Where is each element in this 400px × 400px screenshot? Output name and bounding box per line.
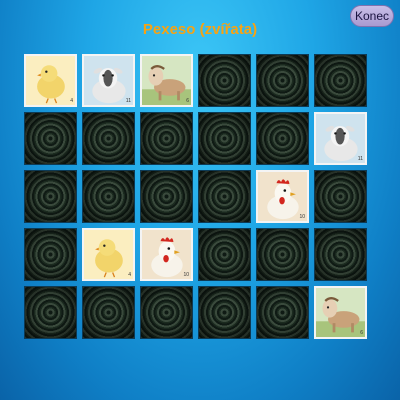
game-title: Pexeso (zvířata) (142, 21, 258, 38)
card-face-down[interactable] (198, 170, 251, 223)
card-face-down[interactable] (24, 286, 77, 339)
card-face-down[interactable] (24, 170, 77, 223)
card-face-down[interactable] (198, 228, 251, 281)
card-face-down[interactable] (140, 170, 193, 223)
card-face-down[interactable] (140, 286, 193, 339)
card-number: 10 (299, 214, 305, 220)
card-grid: 4 11 6 11 10 4 10 6 (24, 54, 367, 339)
card-face-down[interactable] (82, 286, 135, 339)
card-face-down[interactable] (314, 54, 367, 107)
chick-picture (84, 230, 133, 279)
card-goat[interactable]: 11 (314, 112, 367, 165)
card-chick[interactable]: 4 (24, 54, 77, 107)
card-face-down[interactable] (24, 228, 77, 281)
card-number: 10 (183, 272, 189, 278)
card-number: 4 (70, 98, 73, 104)
card-face-down[interactable] (314, 228, 367, 281)
card-number: 4 (128, 272, 131, 278)
horse-picture (142, 56, 191, 105)
card-horse[interactable]: 6 (314, 286, 367, 339)
card-face-down[interactable] (256, 112, 309, 165)
card-face-down[interactable] (198, 112, 251, 165)
horse-picture (316, 288, 365, 337)
quit-button[interactable]: Konec (350, 5, 394, 27)
card-face-down[interactable] (256, 228, 309, 281)
card-rooster[interactable]: 10 (256, 170, 309, 223)
chick-picture (26, 56, 75, 105)
card-face-down[interactable] (82, 170, 135, 223)
card-number: 11 (125, 98, 131, 104)
card-face-down[interactable] (198, 286, 251, 339)
card-face-down[interactable] (140, 112, 193, 165)
card-goat[interactable]: 11 (82, 54, 135, 107)
card-horse[interactable]: 6 (140, 54, 193, 107)
card-face-down[interactable] (314, 170, 367, 223)
card-face-down[interactable] (198, 54, 251, 107)
card-chick[interactable]: 4 (82, 228, 135, 281)
card-face-down[interactable] (256, 54, 309, 107)
card-face-down[interactable] (82, 112, 135, 165)
card-number: 6 (186, 98, 189, 104)
card-face-down[interactable] (24, 112, 77, 165)
card-number: 11 (357, 156, 363, 162)
card-rooster[interactable]: 10 (140, 228, 193, 281)
card-number: 6 (360, 330, 363, 336)
card-face-down[interactable] (256, 286, 309, 339)
